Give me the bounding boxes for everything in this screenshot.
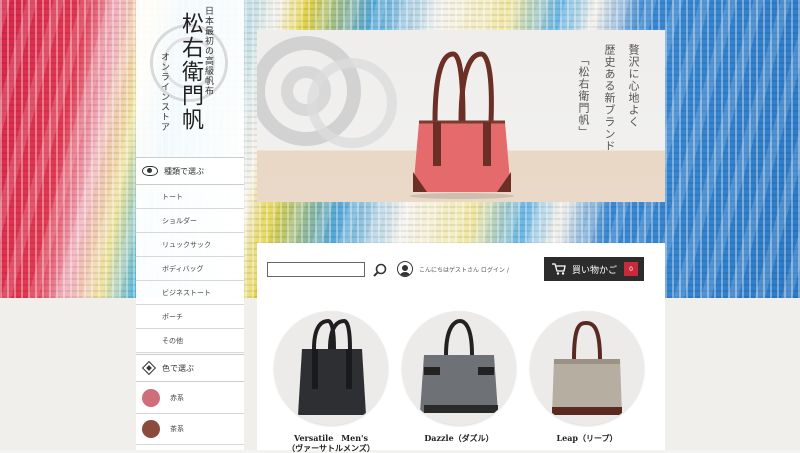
brand-online-store: オンラインストア xyxy=(159,52,169,132)
red-swatch-icon xyxy=(142,389,160,407)
product-image[interactable] xyxy=(402,311,516,425)
search-icon[interactable] xyxy=(373,263,387,277)
cart-icon xyxy=(552,263,566,275)
eye-icon xyxy=(142,166,158,176)
product-name-line1: Dazzle（ダズル） xyxy=(424,433,494,443)
product-image[interactable] xyxy=(274,311,388,425)
hero-banner[interactable]: 贅沢に心地よく 歴史ある新ブランド 「松右衛門帆」 xyxy=(257,30,665,202)
sidebar-item-pouch[interactable]: ポーチ xyxy=(136,305,244,329)
color-item-brown[interactable]: 茶系 xyxy=(136,414,244,445)
product-name-line2: （ヴァーサトルメンズ） xyxy=(287,443,375,453)
product-name[interactable]: Versatile Men's （ヴァーサトルメンズ） xyxy=(273,433,389,453)
cart-label: 買い物かご xyxy=(572,265,618,276)
sidebar-item-tote[interactable]: トート xyxy=(136,185,244,209)
product-name-line1: Leap（リープ） xyxy=(556,433,618,443)
brand-logo[interactable]: 日本最初の高級帆布 松右衛門帆 オンラインストア xyxy=(136,0,244,160)
product-bag-image xyxy=(552,320,622,415)
sidebar: 日本最初の高級帆布 松右衛門帆 オンラインストア 種類で選ぶ トート ショルダー… xyxy=(136,0,244,450)
brand-name: 松右衛門帆 xyxy=(178,12,203,132)
product-bag-image xyxy=(420,318,498,413)
product-name-line1: Versatile Men's xyxy=(293,433,369,443)
content-panel: こんにちはゲストさん ログイン / 買い物かご 0 Versatile Men'… xyxy=(257,243,665,453)
hero-copy-line3: 「松右衛門帆」 xyxy=(577,54,590,138)
cart-count-badge: 0 xyxy=(624,262,638,276)
sidebar-item-rucksack[interactable]: リュックサック xyxy=(136,233,244,257)
product-image[interactable] xyxy=(530,311,644,425)
color-item-label: 茶系 xyxy=(170,425,184,433)
hero-bag-image xyxy=(410,51,514,199)
brown-swatch-icon xyxy=(142,420,160,438)
product-card-leap[interactable]: Leap（リープ） xyxy=(529,311,645,443)
product-card-versatile[interactable]: Versatile Men's （ヴァーサトルメンズ） xyxy=(273,311,389,453)
hero-copy-line1: 贅沢に心地よく xyxy=(627,44,640,128)
sidebar-item-business-tote[interactable]: ビジネストート xyxy=(136,281,244,305)
sidebar-item-shoulder[interactable]: ショルダー xyxy=(136,209,244,233)
color-item-red[interactable]: 赤系 xyxy=(136,383,244,414)
diamond-icon xyxy=(141,360,157,376)
search-input[interactable] xyxy=(267,262,365,277)
user-icon[interactable] xyxy=(397,261,413,277)
hero-emblem-ring xyxy=(307,58,397,148)
color-heading-label: 色で選ぶ xyxy=(162,363,194,373)
sidebar-item-bodybag[interactable]: ボディバッグ xyxy=(136,257,244,281)
type-section-heading: 種類で選ぶ xyxy=(136,157,244,185)
product-name[interactable]: Leap（リープ） xyxy=(529,433,645,443)
type-heading-label: 種類で選ぶ xyxy=(164,166,204,176)
color-section-heading: 色で選ぶ xyxy=(136,354,244,382)
product-bag-image xyxy=(298,318,366,415)
sidebar-item-other[interactable]: その他 xyxy=(136,329,244,353)
cart-button[interactable]: 買い物かご 0 xyxy=(544,257,644,281)
product-name[interactable]: Dazzle（ダズル） xyxy=(401,433,517,443)
guest-greeting[interactable]: こんにちはゲストさん ログイン / xyxy=(419,265,509,274)
product-card-dazzle[interactable]: Dazzle（ダズル） xyxy=(401,311,517,443)
color-item-label: 赤系 xyxy=(170,394,184,402)
hero-copy-line2: 歴史ある新ブランド xyxy=(603,44,616,152)
